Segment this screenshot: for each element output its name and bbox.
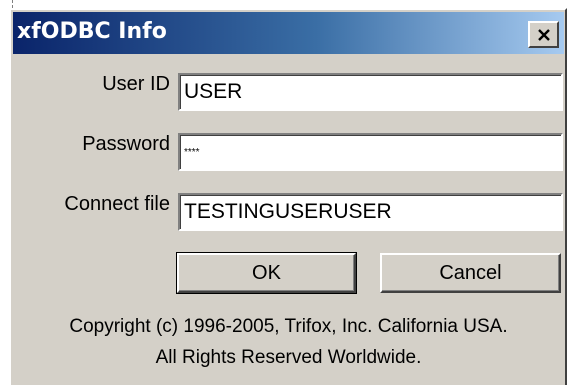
copyright-line-1: Copyright (c) 1996-2005, Trifox, Inc. Ca… — [69, 316, 508, 337]
user-id-input[interactable] — [184, 78, 554, 106]
user-id-field[interactable] — [178, 73, 563, 111]
close-button[interactable] — [528, 21, 559, 48]
copyright-line-2: All Rights Reserved Worldwide. — [155, 347, 422, 368]
password-label: Password — [82, 133, 170, 155]
connect-file-input[interactable] — [184, 198, 554, 226]
user-id-label: User ID — [102, 73, 170, 95]
title-bar[interactable]: xfODBC Info — [13, 12, 564, 54]
password-input[interactable] — [184, 138, 554, 166]
xfodbc-info-dialog: xfODBC Info User ID Password Connect fil… — [9, 8, 567, 385]
password-field[interactable] — [178, 133, 563, 171]
window-title: xfODBC Info — [17, 19, 167, 44]
connect-file-field[interactable] — [178, 193, 563, 231]
close-icon — [537, 28, 551, 41]
connect-file-label: Connect file — [64, 193, 170, 215]
ok-button[interactable]: OK — [176, 252, 357, 294]
cancel-button[interactable]: Cancel — [380, 253, 561, 293]
